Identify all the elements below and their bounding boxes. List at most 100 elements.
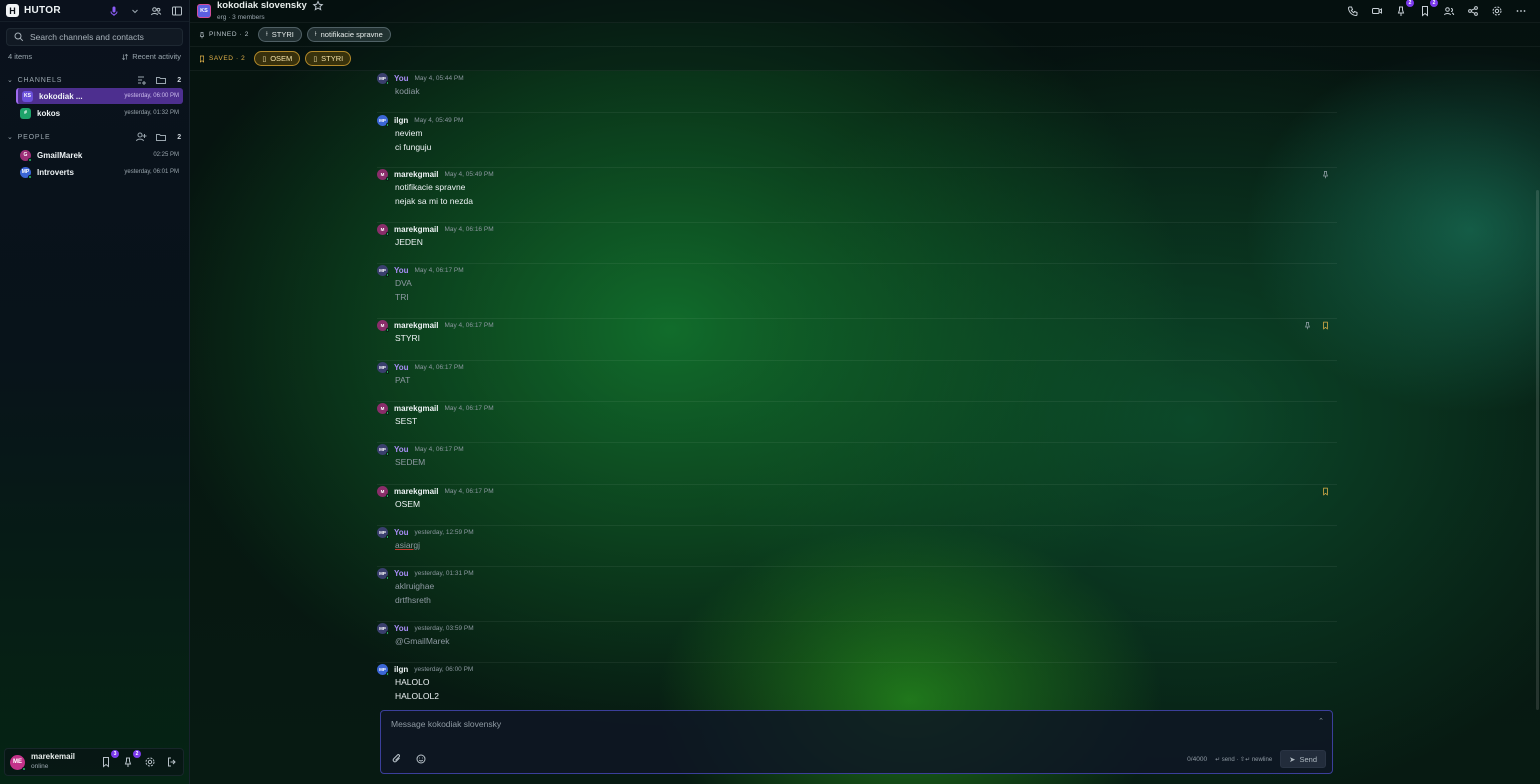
message-avatar[interactable]: MP: [377, 663, 389, 676]
user-avatar[interactable]: ME: [10, 754, 26, 771]
message-author[interactable]: You: [394, 266, 409, 275]
pin-icon[interactable]: [1301, 319, 1313, 331]
more-icon[interactable]: [1515, 5, 1527, 17]
message-author[interactable]: ilgn: [394, 116, 408, 125]
message-row[interactable]: MP You May 4, 06:17 PM PAT: [377, 361, 1337, 402]
online-indicator: [385, 273, 389, 277]
gear-icon[interactable]: [144, 756, 156, 768]
members-icon[interactable]: [1443, 5, 1455, 17]
message-row[interactable]: MP You May 4, 06:17 PM SEDEM: [377, 443, 1337, 485]
message-avatar[interactable]: M: [377, 168, 389, 181]
message-author[interactable]: marekgmail: [394, 170, 438, 179]
phone-icon[interactable]: [1347, 5, 1359, 17]
message-avatar[interactable]: MP: [377, 622, 389, 635]
message-row[interactable]: MP You May 4, 06:17 PM DVA TRI: [377, 264, 1337, 319]
recent-activity-sort[interactable]: Recent activity: [121, 52, 181, 61]
message-row[interactable]: Mmarekgmail May 4, 06:16 PM JEDEN: [377, 223, 1337, 264]
message-avatar[interactable]: MP: [377, 72, 389, 85]
message-text: ci funguju: [395, 142, 432, 152]
message-row[interactable]: Mmarekgmail May 4, 06:17 PM OSEM: [377, 485, 1337, 526]
message-input[interactable]: [391, 719, 1291, 729]
message-avatar[interactable]: M: [377, 402, 389, 415]
person-item-gmailmarek[interactable]: G GmailMarek 02:25 PM: [16, 147, 183, 163]
message-row[interactable]: Mmarekgmail May 4, 06:17 PM STYRI: [377, 319, 1337, 361]
message-avatar[interactable]: M: [377, 319, 389, 332]
bookmark-icon[interactable]: 3: [100, 750, 119, 768]
people-section-header[interactable]: ⌄ PEOPLE 2: [0, 130, 189, 144]
channel-name: kokos: [37, 108, 61, 118]
expand-icon[interactable]: ⌃: [1318, 717, 1324, 725]
add-channel-icon[interactable]: [135, 74, 147, 86]
message-author[interactable]: marekgmail: [394, 321, 438, 330]
message-author[interactable]: You: [394, 74, 409, 83]
scrollbar[interactable]: [1536, 190, 1539, 710]
message-text: drtfhsreth: [395, 595, 431, 605]
message-row[interactable]: MP You yesterday, 12:59 PM asiargj: [377, 526, 1337, 567]
message-author[interactable]: You: [394, 363, 409, 372]
channel-item-kokos[interactable]: # kokos yesterday, 01:32 PM: [16, 105, 183, 121]
bookmark-icon[interactable]: [1319, 485, 1331, 497]
chevron-down-icon[interactable]: [129, 5, 141, 17]
folder-icon[interactable]: [155, 131, 167, 143]
message-text: neviem: [395, 128, 423, 138]
message-row[interactable]: MP ilgn yesterday, 06:00 PM HALOLO HALOLOL2: [377, 663, 1337, 708]
message-avatar[interactable]: M: [377, 223, 389, 236]
video-icon[interactable]: [1371, 5, 1383, 17]
send-button[interactable]: ➤ Send: [1280, 750, 1326, 768]
add-person-icon[interactable]: [135, 131, 147, 143]
message-avatar[interactable]: MP: [377, 567, 389, 580]
logout-icon[interactable]: [166, 756, 178, 768]
message-avatar[interactable]: MP: [377, 264, 389, 277]
gear-icon[interactable]: [1491, 5, 1503, 17]
message-author[interactable]: marekgmail: [394, 404, 438, 413]
message-avatar[interactable]: MP: [377, 526, 389, 539]
saved-chip-styri[interactable]: ▯ STYRI: [305, 51, 352, 66]
share-icon[interactable]: [1467, 5, 1479, 17]
message-author[interactable]: marekgmail: [394, 487, 438, 496]
message-text: kodiak: [395, 86, 420, 96]
message-row[interactable]: MP ilgn May 4, 05:49 PM neviem ci funguju: [377, 114, 1337, 168]
sidebar-toggle-icon[interactable]: [171, 5, 183, 17]
message-author[interactable]: You: [394, 528, 409, 537]
contacts-icon[interactable]: [150, 5, 162, 17]
emoji-icon[interactable]: [415, 753, 427, 765]
message-row[interactable]: MP You yesterday, 01:31 PM aklruighae drtfhs…: [377, 567, 1337, 622]
message-author[interactable]: ilgn: [394, 665, 408, 674]
message-text: SEDEM: [395, 457, 426, 467]
bookmark-icon[interactable]: 2: [1419, 0, 1438, 17]
user-panel: ME marekemail online 3 2: [4, 748, 184, 776]
message-avatar[interactable]: M: [377, 485, 389, 498]
folder-icon[interactable]: [155, 74, 167, 86]
attach-icon[interactable]: [391, 753, 403, 765]
message-avatar[interactable]: MP: [377, 114, 389, 127]
message-author[interactable]: You: [394, 569, 409, 578]
message-text: STYRI: [395, 333, 421, 343]
channel-item-kokodiak[interactable]: KS kokodiak ... yesterday, 06:00 PM: [16, 88, 183, 104]
bookmark-icon[interactable]: [1319, 319, 1331, 331]
message-row[interactable]: Mmarekgmail May 4, 06:17 PM SEST: [377, 402, 1337, 443]
message-author[interactable]: You: [394, 624, 409, 633]
message-author[interactable]: You: [394, 445, 409, 454]
star-icon[interactable]: [312, 0, 324, 12]
message-author[interactable]: marekgmail: [394, 225, 438, 234]
pin-icon: [198, 31, 206, 39]
person-item-introverts[interactable]: MP Introverts yesterday, 06:01 PM: [16, 164, 183, 180]
pin-icon[interactable]: 2: [1395, 0, 1414, 17]
message-avatar[interactable]: MP: [377, 443, 389, 456]
microphone-icon[interactable]: [108, 5, 120, 17]
saved-chip-osem[interactable]: ▯ OSEM: [254, 51, 301, 66]
channels-section-header[interactable]: ⌄ CHANNELS 2: [0, 73, 189, 87]
message-timestamp: May 4, 05:49 PM: [444, 170, 494, 178]
message-row[interactable]: MP You May 4, 05:44 PM kodiak: [377, 72, 1337, 113]
search-input[interactable]: [30, 32, 176, 42]
message-avatar[interactable]: MP: [377, 361, 389, 374]
pin-icon[interactable]: 2: [122, 750, 141, 768]
online-indicator: [385, 576, 389, 580]
online-indicator: [385, 535, 389, 539]
pinned-chip-styri[interactable]: ⍿ STYRI: [257, 27, 302, 42]
pinned-chip-notifikacie[interactable]: ⍿ notifikacie spravne: [306, 27, 391, 42]
recent-activity-label: Recent activity: [132, 52, 181, 61]
message-row[interactable]: Mmarekgmail May 4, 05:49 PM notifikacie sp…: [377, 168, 1337, 223]
pin-icon[interactable]: [1319, 168, 1331, 180]
message-row[interactable]: MP You yesterday, 03:59 PM @GmailMarek: [377, 622, 1337, 663]
